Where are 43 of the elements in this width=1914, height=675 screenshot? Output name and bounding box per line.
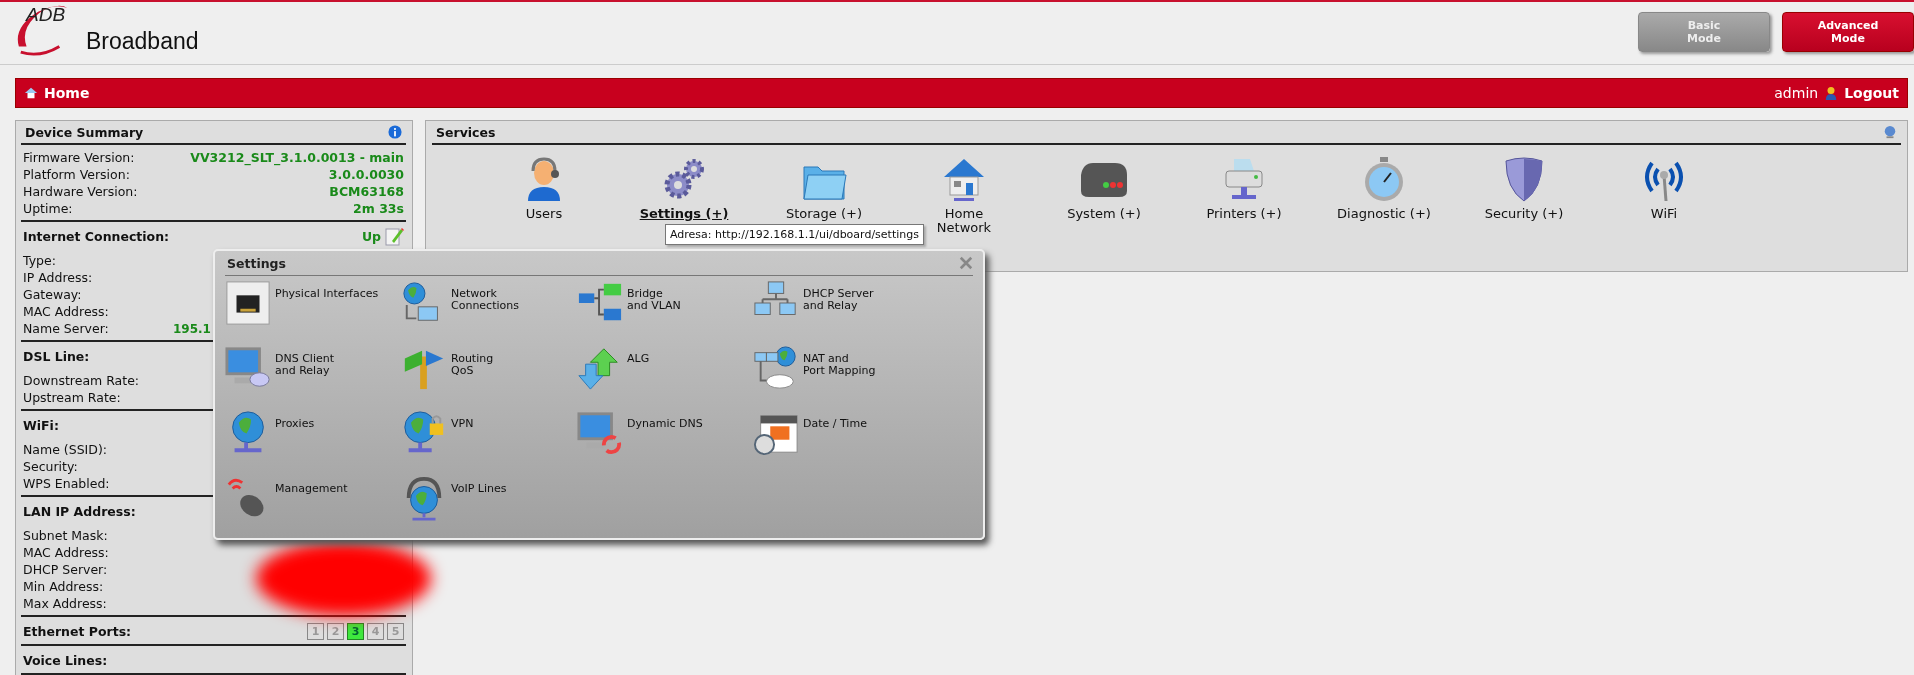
- field-label: Firmware Version:: [23, 150, 135, 165]
- field-label: Security:: [23, 459, 79, 474]
- panel-title: Services: [436, 124, 496, 140]
- status-value: Up: [361, 228, 381, 244]
- field-label: Downstream Rate:: [23, 373, 141, 388]
- page-title: Home: [44, 85, 90, 101]
- field-label: Subnet Mask:: [23, 528, 109, 543]
- field-value: BCM63168: [329, 184, 404, 199]
- field-label: WPS Enabled:: [23, 476, 111, 491]
- field-label: Name (SSID):: [23, 442, 108, 457]
- section-title: WiFi:: [23, 417, 59, 433]
- ethernet-port-indicator: 4: [367, 622, 384, 640]
- field-label: Min Address:: [23, 579, 105, 594]
- ethernet-port-indicator: 1: [307, 622, 324, 640]
- field-value: VV3212_SLT_3.1.0.0013 - main: [190, 150, 404, 165]
- section-title: DSL Line:: [23, 348, 90, 364]
- ethernet-port-indicator: 3: [347, 622, 364, 640]
- ethernet-port-indicator: 2: [327, 622, 344, 640]
- section-title: Ethernet Ports:: [23, 623, 132, 639]
- logo-text: Broadband: [86, 28, 199, 55]
- field-label: Hardware Version:: [23, 184, 138, 199]
- popup-title: Settings: [226, 255, 286, 271]
- username: admin: [1774, 85, 1819, 101]
- field-label: MAC Address:: [23, 304, 110, 319]
- field-label: MAC Address:: [23, 545, 110, 560]
- field-label: Name Server:: [23, 321, 110, 336]
- field-label: Gateway:: [23, 287, 83, 302]
- field-value: 2m 33s: [353, 201, 404, 216]
- field-label: Type:: [23, 253, 57, 268]
- field-label: Platform Version:: [23, 167, 130, 182]
- panel-title: Device Summary: [25, 124, 144, 140]
- section-title: Internet Connection:: [23, 228, 170, 244]
- field-label: Max Address:: [23, 596, 108, 611]
- section-title: LAN IP Address:: [23, 503, 136, 519]
- field-value: 3.0.0.0030: [328, 167, 404, 182]
- field-value: 195.1: [173, 321, 211, 336]
- field-label: Uptime:: [23, 201, 73, 216]
- field-label: DHCP Server:: [23, 562, 109, 577]
- section-title: Voice Lines:: [23, 652, 108, 668]
- field-label: IP Address:: [23, 270, 94, 285]
- field-label: Upstream Rate:: [23, 390, 122, 405]
- link-tooltip: Adresa: http://192.168.1.1/ui/dboard/settings: [665, 224, 924, 245]
- ethernet-port-indicator: 5: [387, 622, 404, 640]
